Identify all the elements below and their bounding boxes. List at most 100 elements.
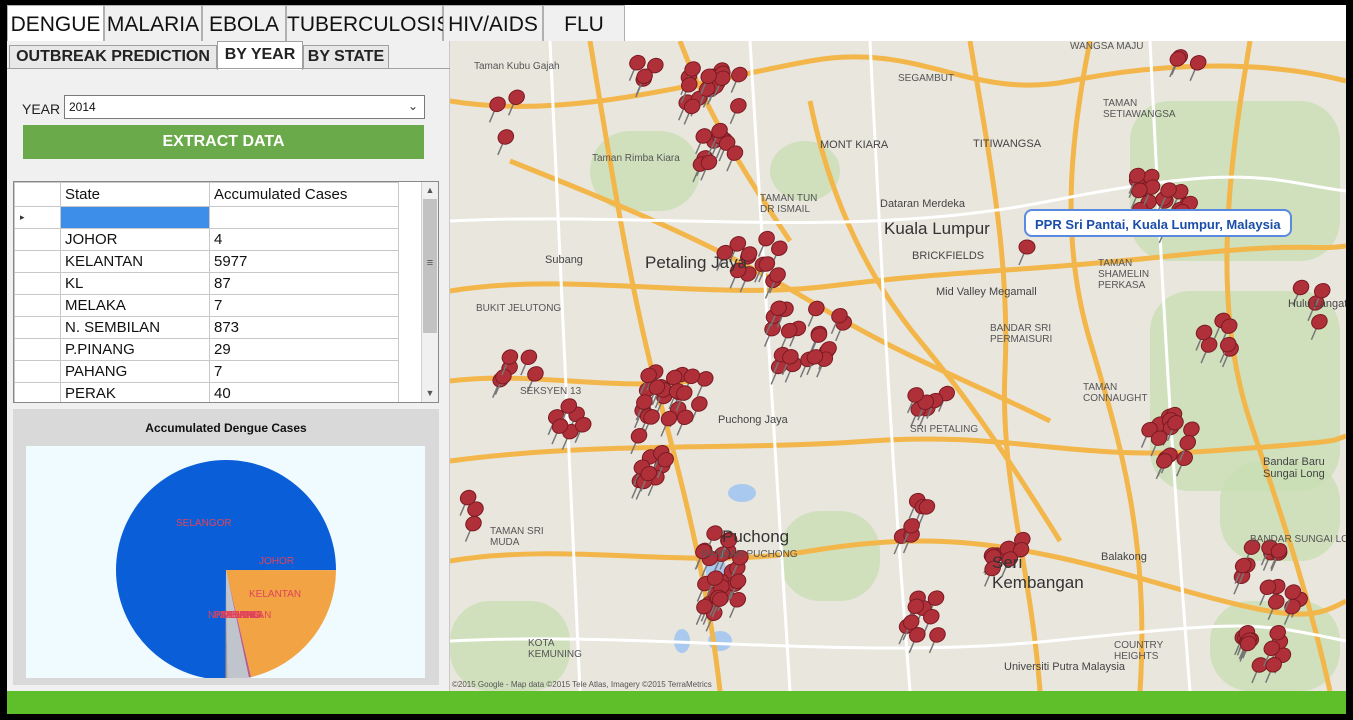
table-row[interactable]: PAHANG 7 <box>14 360 399 383</box>
map-view[interactable]: Kuala Lumpur BRICKFIELDS Petaling Jaya S… <box>450 41 1346 691</box>
chart-panel: Accumulated Dengue Cases SELANGOR JOHOR KE… <box>13 409 439 685</box>
tab-ebola[interactable]: EBOLA <box>202 5 286 41</box>
map-label-kota-kemuning: KOTA KEMUNING <box>528 638 582 660</box>
row-header[interactable] <box>14 360 61 383</box>
cell-cases[interactable]: 7 <box>209 294 399 317</box>
scroll-grip-icon: ≡ <box>426 257 434 269</box>
tab-dengue[interactable]: DENGUE <box>7 5 104 42</box>
current-row-arrow-icon: ▸ <box>14 206 61 229</box>
tab-by-state[interactable]: BY STATE <box>303 45 389 69</box>
map-label-segambut: SEGAMBUT <box>898 73 955 84</box>
year-label: YEAR <box>22 101 61 117</box>
map-label-bandar-baru-sungai-long: Bandar Baru Sungai Long <box>1263 456 1325 480</box>
column-header-state[interactable]: State <box>60 182 210 207</box>
row-header[interactable] <box>14 382 61 402</box>
cell-state[interactable]: N. SEMBILAN <box>60 316 210 339</box>
lake <box>728 484 756 502</box>
grid-corner <box>14 182 61 207</box>
map-label-taman-sri-muda: TAMAN SRI MUDA <box>490 526 544 548</box>
row-header[interactable] <box>14 250 61 273</box>
tab-tuberculosis[interactable]: TUBERCULOSIS <box>286 5 450 41</box>
pie-label-selangor: SELANGOR <box>176 518 232 529</box>
cell-state[interactable]: JOHOR <box>60 228 210 251</box>
map-label-dataran-merdeka: Dataran Merdeka <box>880 198 965 210</box>
table-row[interactable]: P.PINANG 29 <box>14 338 399 361</box>
map-attribution[interactable]: ©2015 Google - Map data ©2015 Tele Atlas… <box>452 680 712 689</box>
pie-label-kelantan: KELANTAN <box>249 589 301 600</box>
pie-label-johor: JOHOR <box>259 556 294 567</box>
map-label-balakong: Balakong <box>1101 551 1147 563</box>
pie-label-perak: PERAK <box>226 610 260 621</box>
row-header[interactable] <box>14 294 61 317</box>
map-label-titiwangsa: TITIWANGSA <box>973 138 1042 150</box>
map-label-bandar-sungai-long: BANDAR SUNGAI LONG <box>1250 534 1346 545</box>
table-row[interactable]: JOHOR 4 <box>14 228 399 251</box>
map-label-wangsa-maju: WANGSA MAJU <box>1070 41 1144 52</box>
cell-cases[interactable]: 40 <box>209 382 399 402</box>
year-value: 2014 <box>69 100 96 114</box>
cell-cases[interactable]: 87 <box>209 272 399 295</box>
cell-cases[interactable]: 4 <box>209 228 399 251</box>
map-label-taman-tun: TAMAN TUN DR ISMAIL <box>760 193 818 215</box>
cell-state[interactable]: KL <box>60 272 210 295</box>
table-row[interactable]: N. SEMBILAN 873 <box>14 316 399 339</box>
tab-flu[interactable]: FLU <box>543 5 625 41</box>
map-label-sri-petaling: SRI PETALING <box>910 424 979 435</box>
cell-state[interactable]: PAHANG <box>60 360 210 383</box>
extract-data-button[interactable]: EXTRACT DATA <box>23 125 424 159</box>
table-row[interactable]: PERAK 40 <box>14 382 399 402</box>
location-tooltip: PPR Sri Pantai, Kuala Lumpur, Malaysia <box>1024 209 1292 237</box>
tab-outbreak-prediction[interactable]: OUTBREAK PREDICTION <box>9 45 217 69</box>
tab-malaria[interactable]: MALARIA <box>104 5 202 41</box>
tab-hiv-aids[interactable]: HIV/AIDS <box>443 5 543 41</box>
table-row[interactable]: KL 87 <box>14 272 399 295</box>
app-window: DENGUE MALARIA EBOLA TUBERCULOSIS HIV/AI… <box>7 5 1346 714</box>
map-label-bandar-sri-permaisuri: BANDAR SRI PERMAISURI <box>990 323 1053 345</box>
map-label-universiti-putra: Universiti Putra Malaysia <box>1004 661 1126 673</box>
map-label-taman-kubu-gajah: Taman Kubu Gajah <box>474 61 560 72</box>
cell-state[interactable]: KELANTAN <box>60 250 210 273</box>
disease-tab-bar: DENGUE MALARIA EBOLA TUBERCULOSIS HIV/AI… <box>7 5 1346 42</box>
pie-chart-svg: SELANGORJOHORKELANTANKLMELAKAN. SEMBILAN… <box>116 459 336 678</box>
column-header-cases[interactable]: Accumulated Cases <box>209 182 399 207</box>
pie-chart: SELANGOR JOHOR KELANTAN KL MELAKA N. SEMBILAN… <box>26 446 425 678</box>
tab-by-year[interactable]: BY YEAR <box>217 41 303 70</box>
sub-tab-bar: OUTBREAK PREDICTION BY YEAR BY STATE <box>7 41 450 70</box>
year-dropdown[interactable]: 2014 ⌄ <box>64 95 425 119</box>
map-label-taman-rimba: Taman Rimba Kiara <box>592 153 680 164</box>
scroll-down-arrow-icon[interactable]: ▼ <box>422 385 438 402</box>
status-bar <box>7 691 1346 714</box>
table-row[interactable]: MELAKA 7 <box>14 294 399 317</box>
map-label-mid-valley: Mid Valley Megamall <box>936 286 1037 298</box>
map-label-brickfields: BRICKFIELDS <box>912 250 985 262</box>
row-header[interactable] <box>14 228 61 251</box>
cell-cases[interactable]: 29 <box>209 338 399 361</box>
cell-state[interactable]: P.PINANG <box>60 338 210 361</box>
map-canvas[interactable] <box>450 41 1346 691</box>
table-row[interactable]: KELANTAN 5977 <box>14 250 399 273</box>
row-header[interactable] <box>14 272 61 295</box>
cell-cases[interactable]: 7 <box>209 360 399 383</box>
row-header[interactable] <box>14 338 61 361</box>
map-label-country-heights: COUNTRY HEIGHTS <box>1114 640 1164 662</box>
map-label-petaling-jaya: Petaling Jaya <box>645 253 748 272</box>
grid-scrollbar[interactable]: ▲ ≡ ▼ <box>421 182 438 402</box>
map-label-mont-kiara: MONT KIARA <box>820 139 889 151</box>
cell-state[interactable]: MELAKA <box>60 294 210 317</box>
cell-state[interactable] <box>60 206 210 229</box>
scroll-up-arrow-icon[interactable]: ▲ <box>422 182 438 199</box>
map-label-taman-shamelin: TAMAN SHAMELIN PERKASA <box>1098 258 1150 291</box>
map-label-puchong-jaya: Puchong Jaya <box>718 414 788 426</box>
cell-cases[interactable]: 5977 <box>209 250 399 273</box>
map-label-puchong: Puchong <box>722 527 790 546</box>
state-cases-grid[interactable]: State Accumulated Cases ▸ JOHOR 4 KELANT… <box>13 181 439 403</box>
cell-state[interactable]: PERAK <box>60 382 210 402</box>
map-label-seksyen-13: SEKSYEN 13 <box>520 386 582 397</box>
row-header[interactable] <box>14 316 61 339</box>
cell-cases[interactable]: 873 <box>209 316 399 339</box>
map-label-taman-setiawangsa: TAMAN SETIAWANGSA <box>1103 98 1176 120</box>
cell-cases[interactable] <box>209 206 399 229</box>
table-row[interactable]: ▸ <box>14 206 399 229</box>
map-label-seri-kembangan: Seri Kembangan <box>992 553 1084 592</box>
map-label-bandar-puchong: BANDAR PUCHONG <box>702 549 798 560</box>
